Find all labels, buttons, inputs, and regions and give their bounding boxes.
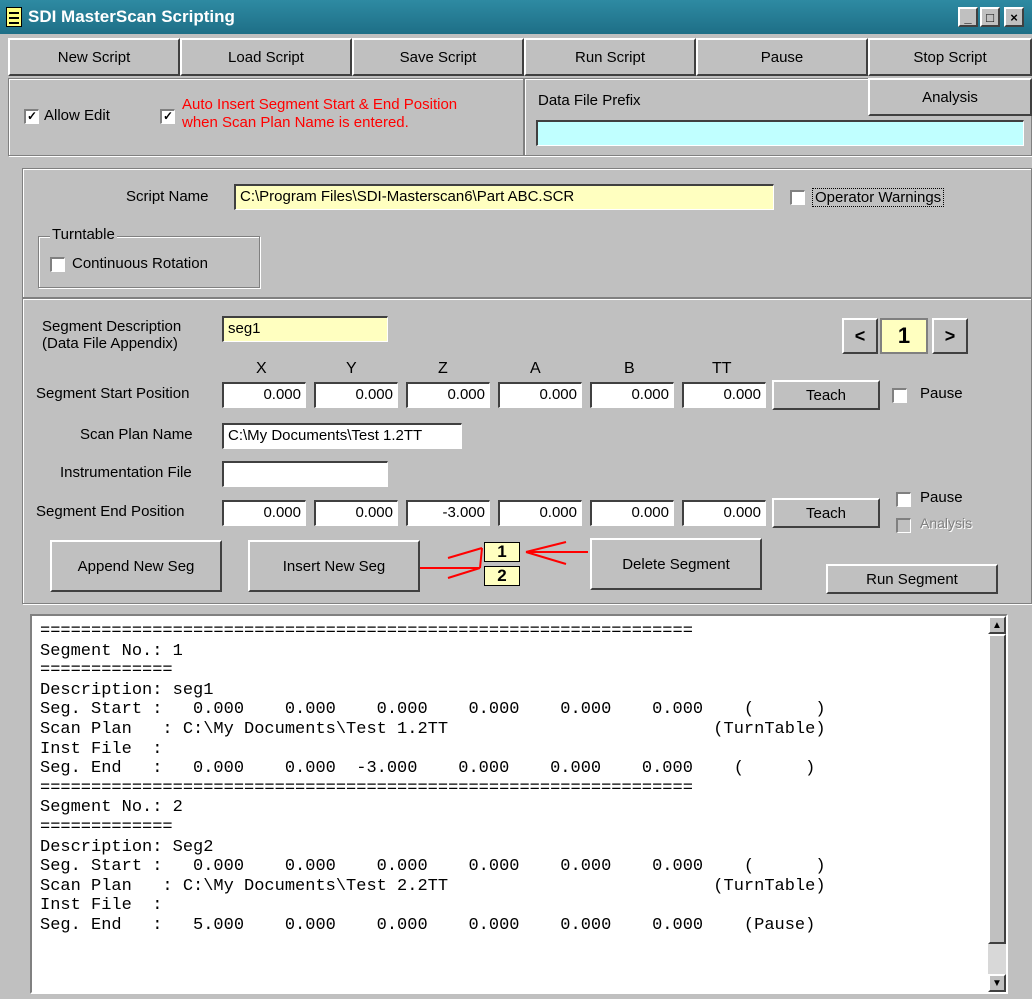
continuous-rotation-label: Continuous Rotation xyxy=(72,255,208,272)
log-line: Scan Plan : C:\My Documents\Test 1.2TT (… xyxy=(40,719,826,739)
title-bar: SDI MasterScan Scripting _ □ × xyxy=(0,0,1032,34)
auto-insert-line-2: when Scan Plan Name is entered. xyxy=(182,114,409,131)
axis-header-z: Z xyxy=(438,360,448,377)
segment-description-input[interactable]: seg1 xyxy=(222,316,388,342)
log-line: ========================================… xyxy=(40,622,693,641)
start-tt-input[interactable]: 0.000 xyxy=(682,382,766,408)
save-script-button[interactable]: Save Script xyxy=(352,38,524,76)
segment-start-label: Segment Start Position xyxy=(36,385,190,402)
log-line: Seg. End : 0.000 0.000 -3.000 0.000 0.00… xyxy=(40,759,816,779)
end-pause-label: Pause xyxy=(920,489,963,506)
turntable-group-label: Turntable xyxy=(50,226,117,243)
analysis-button[interactable]: Analysis xyxy=(868,78,1032,116)
run-segment-button[interactable]: Run Segment xyxy=(826,564,998,594)
operator-warnings-label: Operator Warnings xyxy=(812,188,945,207)
auto-insert-label: Auto Insert Segment Start & End Position… xyxy=(182,96,457,132)
new-script-button[interactable]: New Script xyxy=(8,38,180,76)
script-name-label: Script Name xyxy=(126,188,209,205)
teach-end-button[interactable]: Teach xyxy=(772,498,880,528)
auto-insert-line-1: Auto Insert Segment Start & End Position xyxy=(182,96,458,113)
scroll-down-arrow-icon[interactable]: ▼ xyxy=(988,974,1006,992)
start-pause-checkbox[interactable] xyxy=(892,388,907,403)
end-x-input[interactable]: 0.000 xyxy=(222,500,306,526)
load-script-button[interactable]: Load Script xyxy=(180,38,352,76)
start-y-input[interactable]: 0.000 xyxy=(314,382,398,408)
segment-index-display: 1 xyxy=(880,318,928,354)
log-line: ============= xyxy=(40,817,173,837)
axis-header-y: Y xyxy=(346,360,357,377)
log-line: ========================================… xyxy=(40,778,693,798)
end-analysis-checkbox xyxy=(896,518,911,533)
run-script-button[interactable]: Run Script xyxy=(524,38,696,76)
log-line: Seg. End : 5.000 0.000 0.000 0.000 0.000… xyxy=(40,915,816,935)
data-file-prefix-input[interactable] xyxy=(536,120,1024,146)
listing-scrollbar[interactable]: ▲ ▼ xyxy=(988,616,1006,992)
close-button[interactable]: × xyxy=(1004,7,1024,27)
insert-new-seg-button[interactable]: Insert New Seg xyxy=(248,540,420,592)
app-icon xyxy=(6,7,22,27)
log-line: Scan Plan : C:\My Documents\Test 2.2TT (… xyxy=(40,876,826,896)
maximize-button[interactable]: □ xyxy=(980,7,1000,27)
axis-header-x: X xyxy=(256,360,267,377)
end-y-input[interactable]: 0.000 xyxy=(314,500,398,526)
operator-warnings-checkbox[interactable] xyxy=(790,190,805,205)
log-line: Segment No.: 1 xyxy=(40,641,183,661)
prev-segment-button[interactable]: < xyxy=(842,318,878,354)
log-line: Segment No.: 2 xyxy=(40,798,183,818)
window-title: SDI MasterScan Scripting xyxy=(28,7,235,26)
script-listing[interactable]: ========================================… xyxy=(30,614,1008,994)
script-listing-text: ========================================… xyxy=(40,622,826,936)
end-a-input[interactable]: 0.000 xyxy=(498,500,582,526)
scan-plan-input[interactable]: C:\My Documents\Test 1.2TT xyxy=(222,423,462,449)
segment-description-label-1: Segment Description xyxy=(42,318,182,335)
log-line: Seg. Start : 0.000 0.000 0.000 0.000 0.0… xyxy=(40,857,826,877)
teach-start-button[interactable]: Teach xyxy=(772,380,880,410)
auto-insert-checkbox[interactable]: ✓ xyxy=(160,109,175,124)
continuous-rotation-checkbox[interactable] xyxy=(50,257,65,272)
segment-description-label-2: (Data File Appendix) xyxy=(42,335,178,352)
scroll-up-arrow-icon[interactable]: ▲ xyxy=(988,616,1006,634)
insert-arrow-icon xyxy=(420,547,483,579)
delete-arrow-icon xyxy=(525,541,588,565)
scroll-thumb[interactable] xyxy=(988,634,1006,944)
log-line: Description: seg1 xyxy=(40,680,214,700)
data-file-prefix-label: Data File Prefix xyxy=(538,92,641,109)
instrumentation-label: Instrumentation File xyxy=(60,464,192,481)
log-line: Inst File : xyxy=(40,739,163,759)
end-b-input[interactable]: 0.000 xyxy=(590,500,674,526)
start-x-input[interactable]: 0.000 xyxy=(222,382,306,408)
stop-script-button[interactable]: Stop Script xyxy=(868,38,1032,76)
log-line: Description: Seg2 xyxy=(40,837,214,857)
log-line: Inst File : xyxy=(40,896,163,916)
delete-segment-button[interactable]: Delete Segment xyxy=(590,538,762,590)
end-pause-checkbox[interactable] xyxy=(896,492,911,507)
axis-header-a: A xyxy=(530,360,541,377)
append-new-seg-button[interactable]: Append New Seg xyxy=(50,540,222,592)
segment-description-label: Segment Description (Data File Appendix) xyxy=(42,318,181,352)
end-z-input[interactable]: -3.000 xyxy=(406,500,490,526)
axis-header-b: B xyxy=(624,360,635,377)
start-pause-label: Pause xyxy=(920,385,963,402)
log-line: Seg. Start : 0.000 0.000 0.000 0.000 0.0… xyxy=(40,700,826,720)
instrumentation-input[interactable] xyxy=(222,461,388,487)
axis-header-tt: TT xyxy=(712,360,732,377)
end-tt-input[interactable]: 0.000 xyxy=(682,500,766,526)
start-a-input[interactable]: 0.000 xyxy=(498,382,582,408)
script-name-input[interactable]: C:\Program Files\SDI-Masterscan6\Part AB… xyxy=(234,184,774,210)
allow-edit-label: Allow Edit xyxy=(44,107,110,124)
next-segment-button[interactable]: > xyxy=(932,318,968,354)
allow-edit-checkbox[interactable]: ✓ xyxy=(24,109,39,124)
scan-plan-label: Scan Plan Name xyxy=(80,426,193,443)
end-analysis-label: Analysis xyxy=(920,515,973,531)
pause-script-button[interactable]: Pause xyxy=(696,38,868,76)
segment-end-label: Segment End Position xyxy=(36,503,185,520)
minimize-button[interactable]: _ xyxy=(958,7,978,27)
start-b-input[interactable]: 0.000 xyxy=(590,382,674,408)
start-z-input[interactable]: 0.000 xyxy=(406,382,490,408)
log-line: ============= xyxy=(40,661,173,681)
